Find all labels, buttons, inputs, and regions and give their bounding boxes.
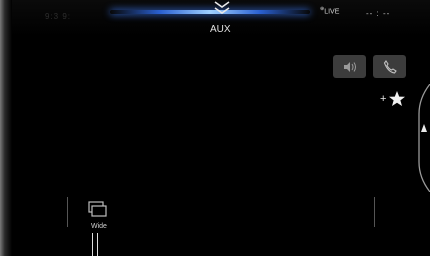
chevron-down-icon[interactable] <box>213 0 231 16</box>
current-source-label: AUX <box>210 24 231 35</box>
bottom-divider-left <box>67 197 68 227</box>
phone-icon <box>383 59 397 74</box>
volume-button[interactable] <box>333 55 366 78</box>
screen-bezel-left <box>0 0 12 256</box>
wide-mode-label: Wide <box>91 223 107 230</box>
star-icon <box>389 91 405 106</box>
speaker-icon <box>343 61 356 72</box>
phone-button[interactable] <box>373 55 406 78</box>
head-unit-screen: 9:3 9: AUX ⊕LIVE -- : -- + Wide <box>0 0 430 256</box>
plus-sign: + <box>380 93 387 105</box>
source-menu-glow[interactable] <box>110 0 310 22</box>
screen-mode-icon <box>88 201 107 217</box>
wide-mode-indicator <box>92 233 98 256</box>
add-favorite-button[interactable]: + <box>380 90 406 110</box>
status-left-text: 9:3 9: <box>45 12 72 21</box>
bottom-divider-right <box>374 197 375 227</box>
clock-display: -- : -- <box>366 9 391 18</box>
live-indicator: ⊕LIVE <box>320 6 340 16</box>
side-panel-handle[interactable] <box>411 84 430 192</box>
